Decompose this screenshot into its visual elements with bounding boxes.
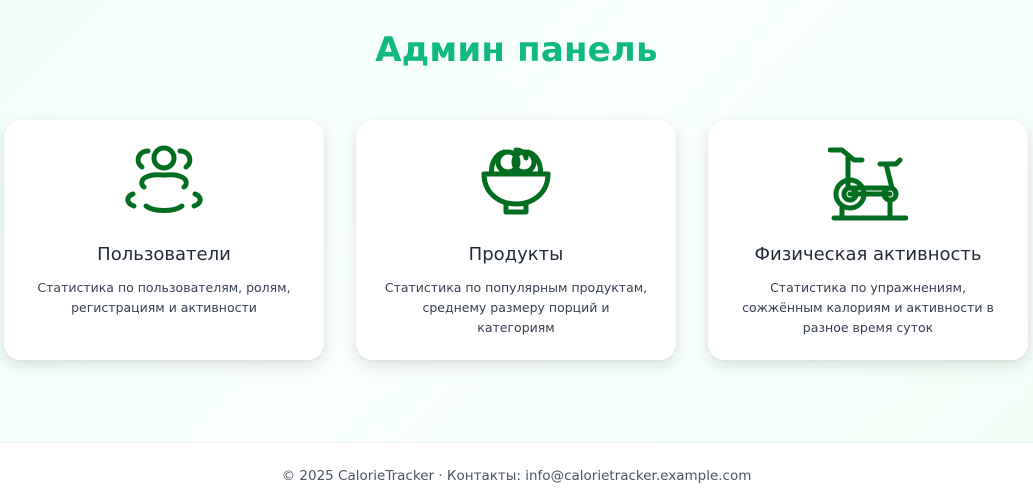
card-users[interactable]: Пользователи Статистика по пользователям… (4, 120, 324, 360)
card-products-title: Продукты (468, 244, 564, 265)
footer-text: © 2025 CalorieTracker · Контакты: info@c… (281, 468, 752, 484)
dashboard-cards: Пользователи Статистика по пользователям… (4, 120, 1028, 360)
card-products-description: Статистика по популярным продуктам, сред… (384, 280, 648, 335)
card-users-description: Статистика по пользователям, ролям, реги… (37, 280, 291, 315)
page-title: Админ панель (375, 30, 658, 70)
main-content: Админ панель Пользователи Статистика по … (0, 0, 1033, 442)
card-users-title: Пользователи (97, 244, 231, 265)
card-activity-title: Физическая активность (754, 244, 982, 265)
footer: © 2025 CalorieTracker · Контакты: info@c… (0, 442, 1033, 503)
exercise-bike-icon (828, 144, 908, 224)
card-activity[interactable]: Физическая активность Статистика по упра… (708, 120, 1028, 360)
card-activity-description: Статистика по упражнениям, сожжённым кал… (742, 280, 994, 335)
users-icon (124, 144, 204, 224)
card-products[interactable]: Продукты Статистика по популярным продук… (356, 120, 676, 360)
food-bowl-icon (476, 144, 556, 224)
